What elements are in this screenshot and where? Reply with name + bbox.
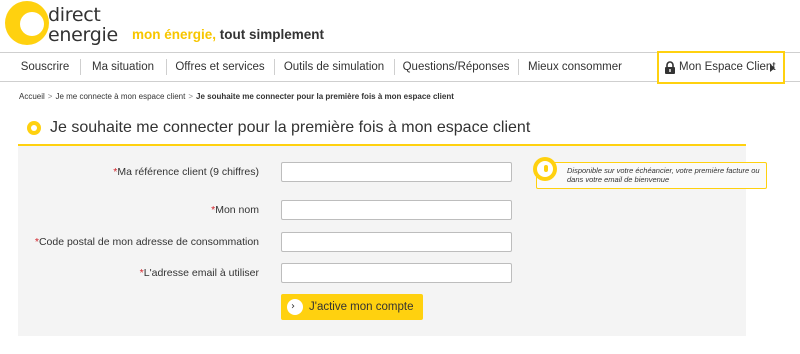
field-label-code-postal: *Code postal de mon adresse de consommat… <box>35 236 259 248</box>
site-header: direct energie mon énergie, tout simplem… <box>0 0 800 52</box>
code-postal-input[interactable] <box>281 232 512 252</box>
activate-account-label: J'active mon compte <box>309 301 414 313</box>
activate-account-button[interactable]: › J'active mon compte <box>281 294 423 320</box>
field-label-nom: *Mon nom <box>211 204 259 216</box>
lightbulb-icon-inner <box>537 161 553 177</box>
caret-right-icon <box>770 64 775 72</box>
logo-text-line2[interactable]: energie <box>48 25 118 45</box>
lightbulb-icon-bulb <box>544 165 548 172</box>
nav-item-ma-situation[interactable]: Ma situation <box>80 53 166 81</box>
logo-mark[interactable] <box>5 1 49 45</box>
nav-item-mieux-consommer[interactable]: Mieux consommer <box>518 53 632 81</box>
field-label-code-postal-text: Code postal de mon adresse de consommati… <box>38 236 259 248</box>
nav-item-questions-reponses[interactable]: Questions/Réponses <box>394 53 518 81</box>
breadcrumb-separator: > <box>47 92 53 101</box>
title-bullet-inner <box>31 125 37 131</box>
tip-text: Disponible sur votre échéancier, votre p… <box>567 166 760 184</box>
nav-item-offres-services[interactable]: Offres et services <box>166 53 274 81</box>
field-label-nom-text: Mon nom <box>215 204 259 216</box>
tagline: mon énergie, tout simplement <box>132 26 324 44</box>
field-label-reference-text: Ma référence client (9 chiffres) <box>117 166 259 178</box>
lock-icon <box>665 61 675 74</box>
breadcrumb-item-connexion[interactable]: Je me connecte à mon espace client <box>55 92 185 101</box>
lightbulb-icon <box>533 157 557 181</box>
reference-client-input[interactable] <box>281 162 512 182</box>
breadcrumb-current: Je souhaite me connecter pour la premièr… <box>196 92 454 101</box>
email-input[interactable] <box>281 263 512 283</box>
tagline-rest: tout simplement <box>216 27 325 42</box>
chevron-right-icon: › <box>287 299 303 315</box>
nav-item-outils-simulation[interactable]: Outils de simulation <box>274 53 394 81</box>
field-label-reference: *Ma référence client (9 chiffres) <box>113 166 259 178</box>
title-bullet-icon <box>27 121 41 135</box>
breadcrumb: Accueil > Je me connecte à mon espace clie… <box>19 92 454 101</box>
page-title: Je souhaite me connecter pour la premièr… <box>50 119 531 136</box>
logo-hole <box>20 12 44 36</box>
breadcrumb-item-accueil[interactable]: Accueil <box>19 92 45 101</box>
reference-tip: Disponible sur votre échéancier, votre p… <box>533 157 767 189</box>
page-title-row: Je souhaite me connecter pour la premièr… <box>18 114 746 144</box>
logo-text-line1[interactable]: direct <box>48 5 101 25</box>
chevron-glyph: › <box>291 301 295 312</box>
field-label-email-text: L'adresse email à utiliser <box>143 267 259 279</box>
activation-form: *Ma référence client (9 chiffres) *Mon n… <box>18 146 767 336</box>
espace-client-label: Mon Espace Client <box>679 61 776 73</box>
tagline-accent: mon énergie, <box>132 27 217 42</box>
breadcrumb-separator: > <box>188 92 193 101</box>
nav-item-souscrire[interactable]: Souscrire <box>10 53 80 81</box>
espace-client-button[interactable]: Mon Espace Client <box>657 51 785 84</box>
field-label-email: *L'adresse email à utiliser <box>140 267 259 279</box>
nom-input[interactable] <box>281 200 512 220</box>
